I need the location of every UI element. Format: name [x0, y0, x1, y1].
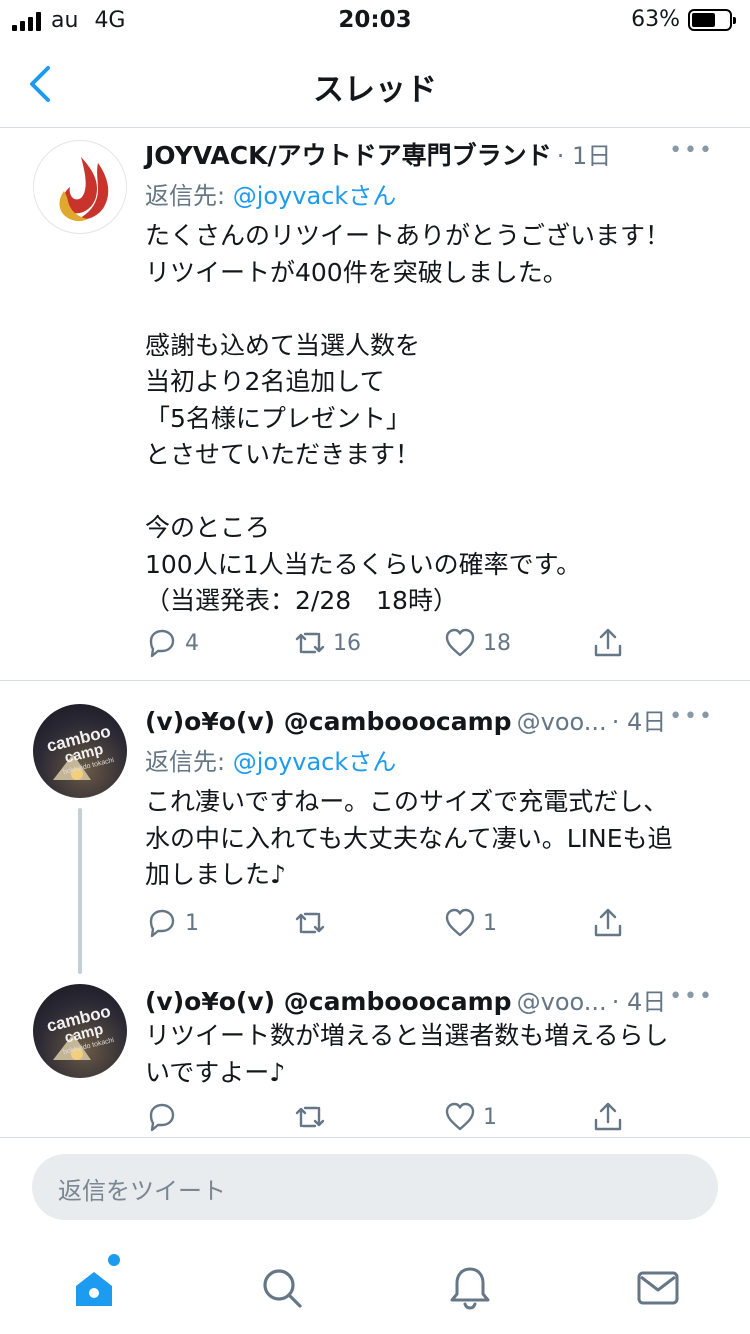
more-icon[interactable]: •••: [669, 138, 714, 163]
tweet-text: たくさんのリツイートありがとうございます！ リツイートが400件を突破しました。…: [145, 221, 671, 615]
heart-icon: [445, 1102, 475, 1131]
share-icon: [594, 1102, 622, 1131]
retweet-count: 16: [333, 630, 361, 656]
reply-icon: [149, 909, 175, 938]
like-count: 18: [483, 630, 511, 656]
avatar[interactable]: camboo camp hokkaido tokachi: [33, 984, 127, 1078]
tweet-time: · 4日: [611, 988, 667, 1016]
retweet-action[interactable]: 16: [293, 626, 361, 660]
display-name[interactable]: JOYVACK/アウトドア専門ブランド: [145, 141, 552, 170]
status-bar: au 4G 20:03 63%: [0, 0, 750, 42]
retweet-icon: [295, 1106, 325, 1128]
tweet-actions: 4 16 18: [145, 626, 645, 662]
display-name[interactable]: (v)o¥o(v) @cambooocamp: [145, 987, 512, 1016]
more-icon[interactable]: •••: [669, 704, 714, 729]
like-count: 1: [483, 910, 497, 936]
home-icon: [76, 1272, 112, 1306]
reply-action[interactable]: 1: [145, 906, 199, 940]
reply-action[interactable]: 4: [145, 626, 199, 660]
camp-logo-icon: camboo camp hokkaido tokachi: [45, 722, 115, 780]
tweet-reply[interactable]: camboo camp hokkaido tokachi (v)o¥o(v) @…: [0, 690, 750, 960]
user-handle: @voo...: [516, 708, 607, 736]
heart-icon: [445, 908, 475, 937]
user-handle: @voo...: [516, 988, 607, 1016]
share-icon: [594, 628, 622, 657]
tweet-reply[interactable]: camboo camp hokkaido tokachi (v)o¥o(v) @…: [0, 970, 750, 1138]
display-name[interactable]: (v)o¥o(v) @cambooocamp: [145, 707, 512, 736]
tweet-text: これ凄いですねー。このサイズで充電式だし、 水の中に入れても大丈夫なんて凄い。L…: [145, 787, 673, 889]
battery-percent: 63%: [631, 7, 680, 32]
notification-dot: [108, 1254, 120, 1266]
share-action[interactable]: [591, 906, 625, 940]
retweet-action[interactable]: [293, 1100, 333, 1134]
reply-placeholder: 返信をツイート: [58, 1177, 226, 1205]
reply-icon: [149, 629, 175, 658]
heart-icon: [445, 628, 475, 657]
reply-count: 4: [185, 630, 199, 656]
tweet-header: (v)o¥o(v) @cambooocamp @voo... · 4日 •••: [145, 982, 720, 1016]
like-action[interactable]: 1: [443, 1100, 497, 1134]
like-action[interactable]: 1: [443, 906, 497, 940]
divider: [0, 1137, 750, 1138]
tweet-header: JOYVACK/アウトドア専門ブランド · 1日 •••: [145, 136, 720, 170]
reply-input[interactable]: 返信をツイート: [32, 1154, 718, 1220]
reply-to-label: 返信先:: [145, 182, 233, 210]
tweet-main[interactable]: JOYVACK/アウトドア専門ブランド · 1日 ••• 返信先: @joyva…: [0, 130, 750, 680]
tab-home[interactable]: [64, 1254, 124, 1318]
tab-messages[interactable]: [628, 1258, 688, 1318]
tab-notifications[interactable]: [440, 1258, 500, 1318]
battery-level: [692, 12, 715, 27]
reply-to-mention[interactable]: @joyvackさん: [233, 182, 397, 210]
avatar[interactable]: [33, 140, 127, 234]
tweet-actions: 1 1: [145, 906, 645, 942]
battery-icon: [688, 8, 736, 31]
reply-count: 1: [185, 910, 199, 936]
flame-logo-icon: [59, 157, 109, 222]
like-action[interactable]: 18: [443, 626, 511, 660]
reply-action[interactable]: [145, 1100, 185, 1134]
status-right: 63%: [631, 7, 736, 32]
tweet-header: (v)o¥o(v) @cambooocamp @voo... · 4日 •••: [145, 702, 720, 736]
reply-icon: [149, 1103, 175, 1132]
like-count: 1: [483, 1104, 497, 1130]
camp-logo-icon: camboo camp hokkaido tokachi: [45, 1002, 115, 1060]
page-title: スレッド: [313, 72, 437, 108]
tweet-time: · 4日: [611, 708, 667, 736]
reply-to-mention[interactable]: @joyvackさん: [233, 748, 397, 776]
tab-bar: [0, 1244, 750, 1334]
share-action[interactable]: [591, 626, 625, 660]
share-icon: [594, 908, 622, 937]
notifications-icon: [450, 1267, 490, 1310]
tweet-actions: 1: [145, 1100, 645, 1136]
share-action[interactable]: [591, 1100, 625, 1134]
avatar[interactable]: camboo camp hokkaido tokachi: [33, 704, 127, 798]
more-icon[interactable]: •••: [669, 984, 714, 1009]
tab-search[interactable]: [252, 1258, 312, 1318]
retweet-icon: [295, 912, 325, 934]
retweet-action[interactable]: [293, 906, 333, 940]
search-icon: [263, 1269, 302, 1308]
tweet-text: リツイート数が増えると当選者数も増えるらし いですよー♪: [145, 1021, 669, 1087]
messages-icon: [637, 1271, 679, 1305]
nav-bar: スレッド: [0, 42, 750, 128]
reply-to: 返信先: @joyvackさん: [145, 176, 720, 210]
reply-to-label: 返信先:: [145, 748, 233, 776]
divider: [0, 680, 750, 681]
thread-line: [78, 808, 82, 974]
tweet-time: · 1日: [556, 142, 612, 170]
reply-to: 返信先: @joyvackさん: [145, 742, 720, 776]
retweet-icon: [295, 632, 325, 654]
